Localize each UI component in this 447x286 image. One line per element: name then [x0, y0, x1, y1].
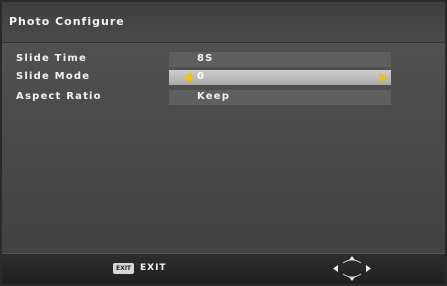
directional-pad-icon [333, 256, 371, 281]
title-bar: Photo Configure [2, 2, 445, 43]
menu-item-slide-time[interactable]: Slide Time 8S [16, 52, 391, 68]
slide-mode-value-field[interactable]: 0 [169, 70, 391, 85]
menu-item-aspect-ratio[interactable]: Aspect Ratio Keep [16, 90, 391, 106]
left-arrow-icon[interactable] [183, 72, 191, 82]
slide-time-value: 8S [197, 53, 214, 64]
slide-time-value-field[interactable]: 8S [169, 52, 391, 67]
aspect-ratio-value-field[interactable]: Keep [169, 90, 391, 105]
aspect-ratio-label: Aspect Ratio [16, 91, 102, 102]
slide-mode-label: Slide Mode [16, 71, 91, 82]
menu-item-slide-mode[interactable]: Slide Mode 0 [16, 70, 391, 86]
slide-time-label: Slide Time [16, 53, 87, 64]
right-arrow-icon[interactable] [379, 72, 387, 82]
footer-bar: EXIT EXIT [2, 253, 445, 284]
exit-label: EXIT [140, 263, 167, 273]
aspect-ratio-value: Keep [197, 91, 231, 102]
menu-title: Photo Configure [9, 15, 125, 28]
osd-menu-window: Photo Configure Slide Time 8S Slide Mode… [0, 0, 447, 286]
exit-key-icon[interactable]: EXIT [113, 263, 134, 274]
slide-mode-value: 0 [197, 71, 206, 82]
